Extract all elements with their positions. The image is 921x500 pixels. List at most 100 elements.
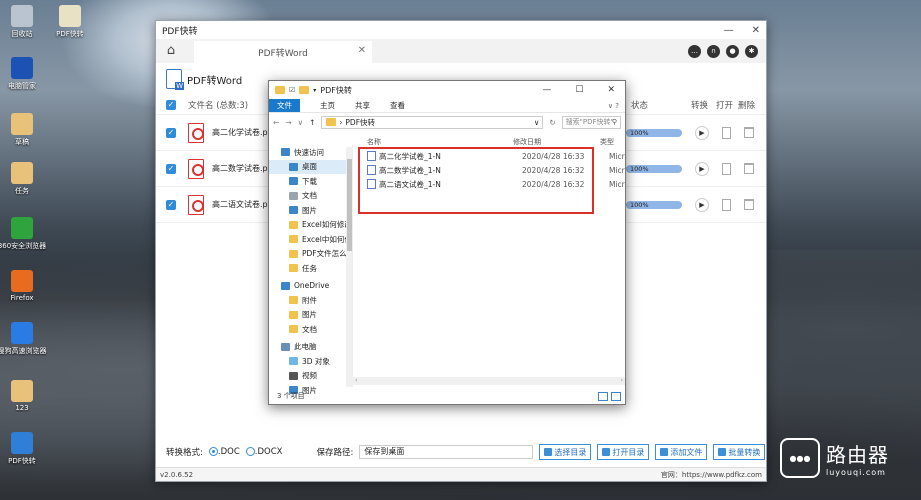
- open-dir-button[interactable]: 打开目录: [597, 444, 650, 460]
- radio-docx[interactable]: [245, 447, 255, 456]
- chat-icon[interactable]: …: [688, 45, 701, 58]
- trash-icon[interactable]: [744, 127, 754, 138]
- nav-item[interactable]: OneDrive: [269, 279, 352, 294]
- nav-item[interactable]: 此电脑: [269, 340, 352, 355]
- address-dropdown-icon[interactable]: ∨: [534, 118, 543, 127]
- row-checkbox[interactable]: ✓: [166, 199, 176, 210]
- close-icon[interactable]: ✕: [607, 85, 615, 95]
- row-checkbox[interactable]: ✓: [166, 127, 176, 138]
- nav-item[interactable]: 下载: [269, 174, 352, 189]
- nav-item[interactable]: 图片: [269, 203, 352, 218]
- desktop-icon[interactable]: 电脑管家: [0, 57, 47, 91]
- breadcrumb-chevron-icon[interactable]: ›: [339, 118, 342, 127]
- app-toolbar: ⌂ PDF转Word ✕ … ∩ ● ✱: [156, 39, 766, 63]
- desktop-icon[interactable]: 草稿: [0, 113, 47, 147]
- quick-access-check-icon[interactable]: ☑: [289, 86, 295, 94]
- scroll-right-icon[interactable]: ›: [621, 377, 623, 385]
- details-view-icon[interactable]: [598, 391, 608, 401]
- desktop-icon[interactable]: PDF快转: [45, 5, 95, 39]
- user-icon[interactable]: ●: [726, 45, 739, 58]
- save-path-input[interactable]: 保存到桌面: [359, 445, 534, 459]
- nav-item[interactable]: 快速访问: [269, 145, 352, 160]
- select-all-checkbox[interactable]: ✓: [166, 99, 176, 110]
- nav-item[interactable]: 图片: [269, 308, 352, 323]
- close-icon[interactable]: ✕: [752, 25, 760, 36]
- ribbon-expand-icon[interactable]: ∨ ?: [608, 102, 619, 110]
- maximize-icon[interactable]: ☐: [575, 85, 583, 95]
- select-dir-button[interactable]: 选择目录: [539, 444, 592, 460]
- desktop-icon[interactable]: 任务: [0, 162, 47, 196]
- ribbon-tab-home[interactable]: 主页: [320, 100, 335, 111]
- nav-item[interactable]: Excel如何修改: [269, 218, 352, 233]
- nav-item[interactable]: 桌面: [269, 159, 352, 174]
- scrollbar-thumb[interactable]: [347, 159, 352, 251]
- large-icons-view-icon[interactable]: [611, 391, 621, 401]
- trash-icon[interactable]: [744, 163, 754, 174]
- ribbon-tab-view[interactable]: 查看: [390, 100, 405, 111]
- add-file-button[interactable]: 添加文件: [655, 444, 708, 460]
- desktop-icon[interactable]: PDF快转: [0, 432, 47, 466]
- dropdown-icon[interactable]: ▾: [313, 87, 316, 94]
- back-icon[interactable]: ←: [273, 118, 279, 127]
- ribbon-tab-share[interactable]: 共享: [355, 100, 370, 111]
- col-type[interactable]: 类型: [600, 137, 614, 149]
- trash-icon[interactable]: [744, 199, 754, 210]
- nav-item[interactable]: Excel中如何使: [269, 232, 352, 247]
- batch-convert-label: 批量转换: [728, 447, 761, 457]
- navigation-pane: 快速访问 桌面 下载 文档 图片 Excel如何修改 Excel中如何使 PDF文件怎么 任务 O…: [269, 145, 353, 395]
- nav-item[interactable]: 视频: [269, 369, 352, 384]
- document-icon[interactable]: [722, 126, 731, 139]
- play-icon[interactable]: ▶: [695, 197, 709, 212]
- website-link[interactable]: 官网：https://www.pdfkz.com: [661, 470, 762, 480]
- nav-item[interactable]: 文档: [269, 189, 352, 204]
- batch-convert-button[interactable]: 批量转换: [713, 444, 766, 460]
- play-icon[interactable]: ▶: [695, 161, 709, 176]
- tab-label: PDF转Word: [258, 48, 308, 59]
- document-icon[interactable]: [722, 162, 731, 175]
- forward-icon[interactable]: →: [285, 118, 291, 127]
- nav-item[interactable]: 附件: [269, 293, 352, 308]
- document-icon[interactable]: [722, 198, 731, 211]
- recent-dropdown-icon[interactable]: ∨: [298, 118, 304, 127]
- desktop-icon[interactable]: 搜狗高速浏览器: [0, 322, 47, 356]
- nav-scrollbar[interactable]: [346, 147, 353, 387]
- select-dir-label: 选择目录: [554, 447, 587, 457]
- format-docx-option[interactable]: .DOCX: [245, 447, 282, 457]
- desktop-icon[interactable]: 360安全浏览器: [0, 217, 47, 251]
- nav-folder-icon: [289, 357, 298, 366]
- gear-icon[interactable]: ✱: [745, 45, 758, 58]
- ribbon-tab-file[interactable]: 文件: [269, 99, 300, 112]
- nav-item[interactable]: 文档: [269, 322, 352, 337]
- nav-item-label: 快速访问: [294, 147, 324, 157]
- horizontal-scrollbar[interactable]: ‹ ›: [353, 377, 625, 385]
- minimize-icon[interactable]: —: [542, 85, 551, 95]
- nav-item[interactable]: 任务: [269, 261, 352, 276]
- search-input[interactable]: 搜索"PDF快转" ⚲: [561, 115, 621, 129]
- play-icon[interactable]: ▶: [695, 125, 709, 140]
- desktop-icon-label: PDF快转: [8, 457, 36, 465]
- nav-folder-icon: [289, 249, 298, 258]
- scroll-left-icon[interactable]: ‹: [353, 377, 357, 384]
- desktop-icon[interactable]: Firefox: [0, 270, 47, 302]
- up-icon[interactable]: ↑: [309, 118, 315, 127]
- refresh-icon[interactable]: ↻: [549, 118, 555, 127]
- minimize-icon[interactable]: —: [724, 25, 734, 36]
- address-bar[interactable]: › PDF快转 ∨: [321, 115, 544, 129]
- app-icon: [11, 162, 33, 184]
- nav-folder-icon: [289, 264, 298, 273]
- desktop-icon[interactable]: 回收站: [0, 5, 47, 39]
- breadcrumb[interactable]: PDF快转: [345, 117, 375, 128]
- tab-close-icon[interactable]: ✕: [358, 45, 366, 56]
- headset-icon[interactable]: ∩: [707, 45, 720, 58]
- nav-folder-icon: [289, 325, 298, 334]
- nav-item[interactable]: PDF文件怎么: [269, 247, 352, 262]
- tab-pdf-to-word[interactable]: PDF转Word ✕: [194, 41, 372, 63]
- row-checkbox[interactable]: ✓: [166, 163, 176, 174]
- radio-doc[interactable]: [208, 447, 218, 456]
- app-titlebar: PDF快转 — ✕: [156, 21, 766, 39]
- desktop-icon[interactable]: 123: [0, 380, 47, 412]
- format-doc-option[interactable]: .DOC: [208, 447, 240, 457]
- nav-item[interactable]: 3D 对象: [269, 354, 352, 369]
- home-icon[interactable]: ⌂: [162, 42, 180, 60]
- watermark-title: 路由器: [826, 443, 889, 467]
